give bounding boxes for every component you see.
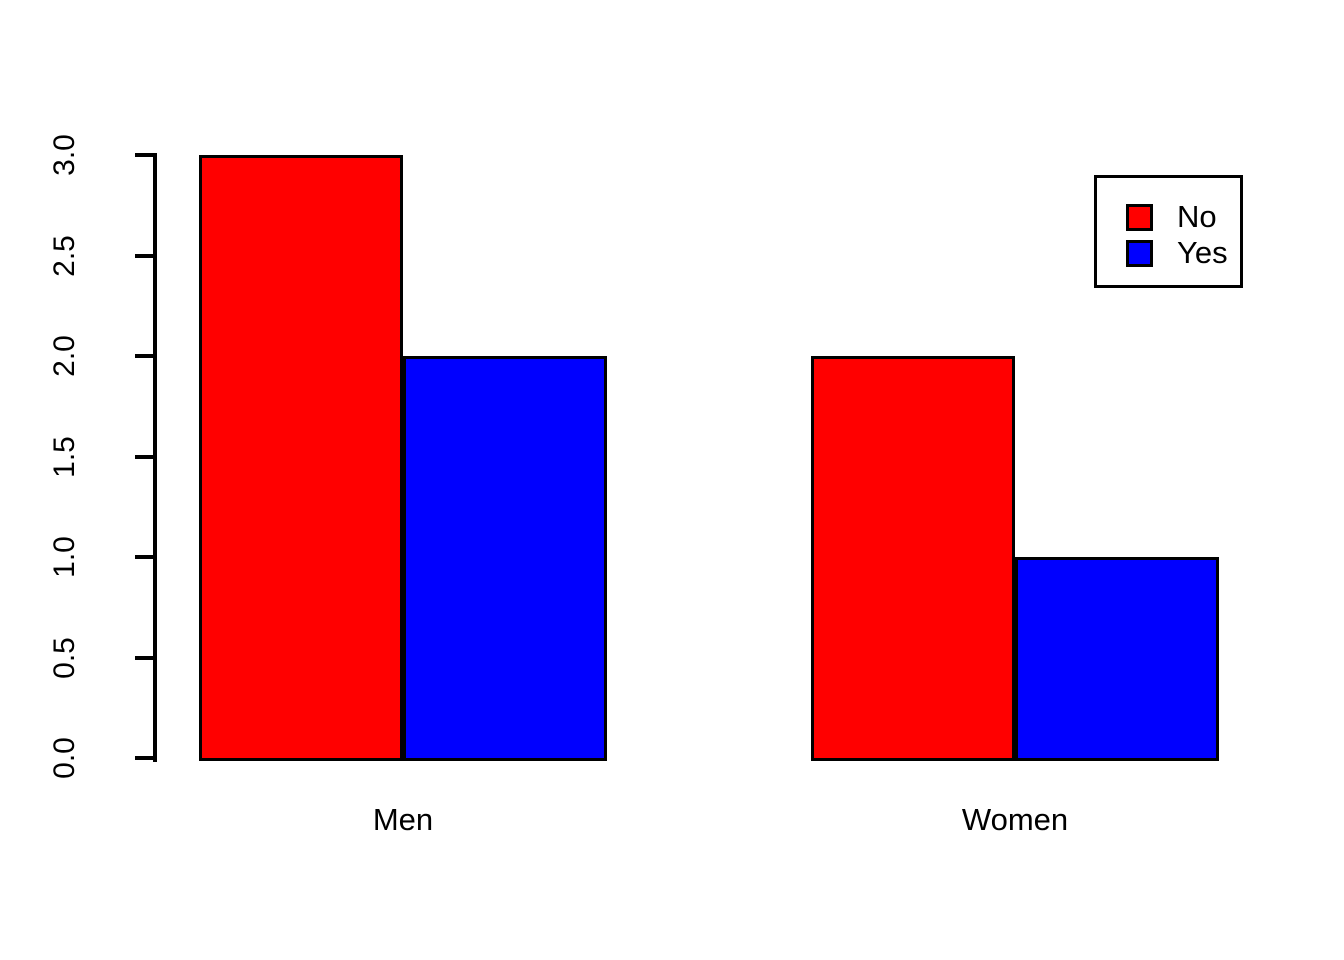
x-axis-label-women: Women xyxy=(961,802,1069,837)
y-axis-line xyxy=(153,155,157,762)
bar-women-no xyxy=(811,356,1015,761)
y-axis-tick xyxy=(135,454,157,459)
legend-label-no: No xyxy=(1177,199,1217,234)
y-axis-tick xyxy=(135,253,157,258)
bar-women-yes xyxy=(1015,557,1219,761)
y-axis-tick xyxy=(135,655,157,660)
y-axis-tick-label: 3.0 xyxy=(48,134,81,176)
legend-label-yes: Yes xyxy=(1177,235,1228,270)
legend: No Yes xyxy=(1094,175,1243,288)
bar-men-no xyxy=(199,155,403,761)
y-axis-tick xyxy=(135,153,157,157)
bar-chart: 0.0 0.5 1.0 1.5 2.0 2.5 3.0 Men Women No Yes xyxy=(0,0,1344,960)
y-axis-tick xyxy=(135,756,157,760)
x-axis-label-men: Men xyxy=(372,802,434,837)
legend-swatch-no xyxy=(1126,204,1153,231)
y-axis-tick xyxy=(135,354,157,358)
bar-men-yes xyxy=(403,356,607,761)
y-axis-tick xyxy=(135,555,157,559)
legend-swatch-yes xyxy=(1126,240,1153,267)
